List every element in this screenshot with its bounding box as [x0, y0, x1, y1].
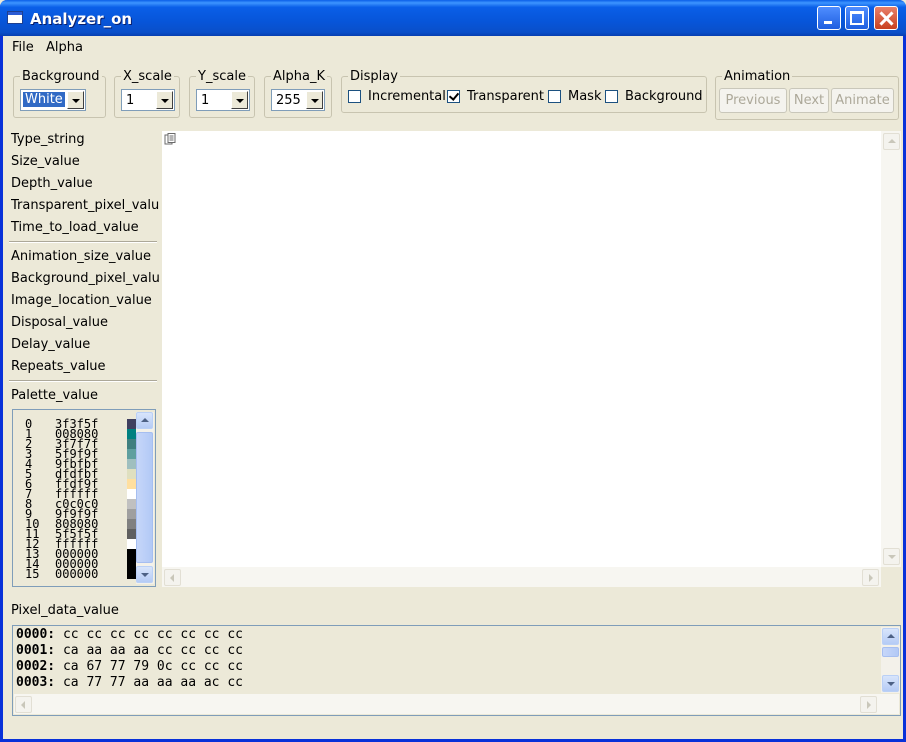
pixel-data-row: 0003: ca 77 77 aa aa aa ac cc — [16, 675, 243, 690]
previous-button[interactable]: Previous — [719, 88, 787, 113]
x-scale-group-label: X_scale — [123, 69, 172, 84]
palette-hex: 000000 — [55, 567, 99, 581]
scroll-down-icon[interactable] — [882, 675, 899, 692]
depth-value-label: Depth_value — [11, 176, 93, 191]
scroll-up-icon[interactable] — [882, 628, 899, 645]
scroll-down-icon[interactable] — [883, 548, 900, 565]
chevron-down-icon[interactable] — [67, 91, 84, 109]
image-location-value-label: Image_location_value — [11, 293, 152, 308]
incremental-checkbox[interactable] — [348, 90, 361, 103]
background-pixel-value-label: Background_pixel_value — [11, 271, 159, 286]
palette-value-label: Palette_value — [11, 388, 99, 403]
analyzer-window: Analyzer_on File Alpha Background White … — [0, 0, 906, 742]
type-string-label: Type_string — [11, 132, 85, 147]
background-display-label[interactable]: Background — [625, 89, 703, 104]
background-group-label: Background — [22, 69, 100, 84]
alpha-k-select[interactable]: 255 — [271, 89, 325, 111]
background-checkbox[interactable] — [605, 90, 618, 103]
pixel-data-view[interactable]: 0000: cc cc cc cc cc cc cc cc 0001: ca aa… — [12, 625, 901, 716]
minimize-button[interactable] — [817, 6, 841, 30]
chevron-down-icon[interactable] — [306, 91, 323, 109]
pixel-data-address: 0003: — [16, 675, 56, 690]
x-scale-select-value: 1 — [126, 93, 135, 108]
pixel-data-row: 0001: ca aa aa aa cc cc cc cc — [16, 643, 243, 658]
disposal-value-label: Disposal_value — [11, 315, 108, 330]
scroll-down-icon[interactable] — [136, 566, 153, 583]
y-scale-select[interactable]: 1 — [196, 89, 250, 111]
mask-label[interactable]: Mask — [568, 89, 601, 104]
menu-bar: File Alpha — [3, 36, 903, 58]
y-scale-select-value: 1 — [201, 93, 210, 108]
time-to-load-value-label: Time_to_load_value — [11, 220, 139, 235]
scroll-up-icon[interactable] — [136, 412, 153, 429]
pixel-data-address: 0001: — [16, 643, 56, 658]
y-scale-group-label: Y_scale — [198, 69, 246, 84]
chevron-down-icon[interactable] — [231, 91, 248, 109]
scroll-right-icon[interactable] — [862, 569, 879, 586]
scroll-up-icon[interactable] — [883, 133, 900, 150]
info-separator — [9, 380, 157, 382]
palette-index: 15 — [25, 567, 40, 581]
alpha-k-select-value: 255 — [276, 93, 301, 108]
pixel-data-value-label: Pixel_data_value — [11, 603, 119, 618]
pixel-data-address: 0000: — [16, 627, 56, 642]
app-window-icon — [7, 11, 23, 24]
document-icon — [164, 133, 176, 145]
transparent-checkbox[interactable] — [447, 90, 460, 103]
image-canvas[interactable] — [162, 131, 881, 567]
pixel-data-bytes: ca 67 77 79 0c cc cc cc — [62, 659, 243, 674]
delay-value-label: Delay_value — [11, 337, 91, 352]
menu-alpha[interactable]: Alpha — [46, 40, 83, 55]
animation-size-value-label: Animation_size_value — [11, 249, 151, 264]
size-value-label: Size_value — [11, 154, 80, 169]
pixel-data-bytes: ca 77 77 aa aa aa ac cc — [62, 675, 243, 690]
canvas-horizontal-scrollbar[interactable] — [162, 567, 881, 587]
menu-file[interactable]: File — [12, 40, 34, 55]
next-button[interactable]: Next — [789, 88, 829, 113]
mask-checkbox[interactable] — [548, 90, 561, 103]
pixel-data-scroll-thumb[interactable] — [882, 647, 899, 657]
alpha-k-group-label: Alpha_K — [273, 69, 325, 84]
transparent-label[interactable]: Transparent — [467, 89, 544, 104]
scroll-left-icon[interactable] — [164, 569, 181, 586]
pixel-data-bytes: cc cc cc cc cc cc cc cc — [62, 627, 243, 642]
display-group-label: Display — [350, 69, 398, 84]
background-select-value: White — [23, 92, 65, 107]
pixel-data-address: 0002: — [16, 659, 56, 674]
palette-scroll-thumb[interactable] — [136, 432, 153, 563]
title-bar[interactable]: Analyzer_on — [0, 0, 906, 36]
pixel-data-row: 0002: ca 67 77 79 0c cc cc cc — [16, 659, 243, 674]
animate-button[interactable]: Animate — [831, 88, 894, 113]
chevron-down-icon[interactable] — [156, 91, 173, 109]
pixel-data-vertical-scrollbar[interactable] — [881, 627, 900, 693]
window-title: Analyzer_on — [30, 10, 133, 28]
palette-list[interactable]: 0 3f3f5f 1 008080 2 3f7f7f 3 5f9f9f 4 9fbfbf 5 dfdf… — [12, 409, 156, 587]
palette-scrollbar[interactable] — [136, 412, 154, 584]
incremental-label[interactable]: Incremental — [368, 89, 446, 104]
close-button[interactable] — [874, 6, 898, 30]
background-select[interactable]: White — [20, 89, 86, 111]
pixel-data-bytes: ca aa aa aa cc cc cc cc — [62, 643, 243, 658]
scroll-right-icon[interactable] — [860, 696, 877, 713]
scroll-left-icon[interactable] — [15, 696, 32, 713]
pixel-data-row: 0000: cc cc cc cc cc cc cc cc — [16, 627, 243, 642]
pixel-data-horizontal-scrollbar[interactable] — [14, 694, 899, 714]
x-scale-select[interactable]: 1 — [121, 89, 175, 111]
animation-group-label: Animation — [724, 69, 791, 84]
repeats-value-label: Repeats_value — [11, 359, 106, 374]
transparent-pixel-value-label: Transparent_pixel_value — [11, 198, 159, 213]
canvas-vertical-scrollbar[interactable] — [881, 131, 901, 567]
info-separator — [9, 241, 157, 243]
maximize-button[interactable] — [845, 6, 869, 30]
